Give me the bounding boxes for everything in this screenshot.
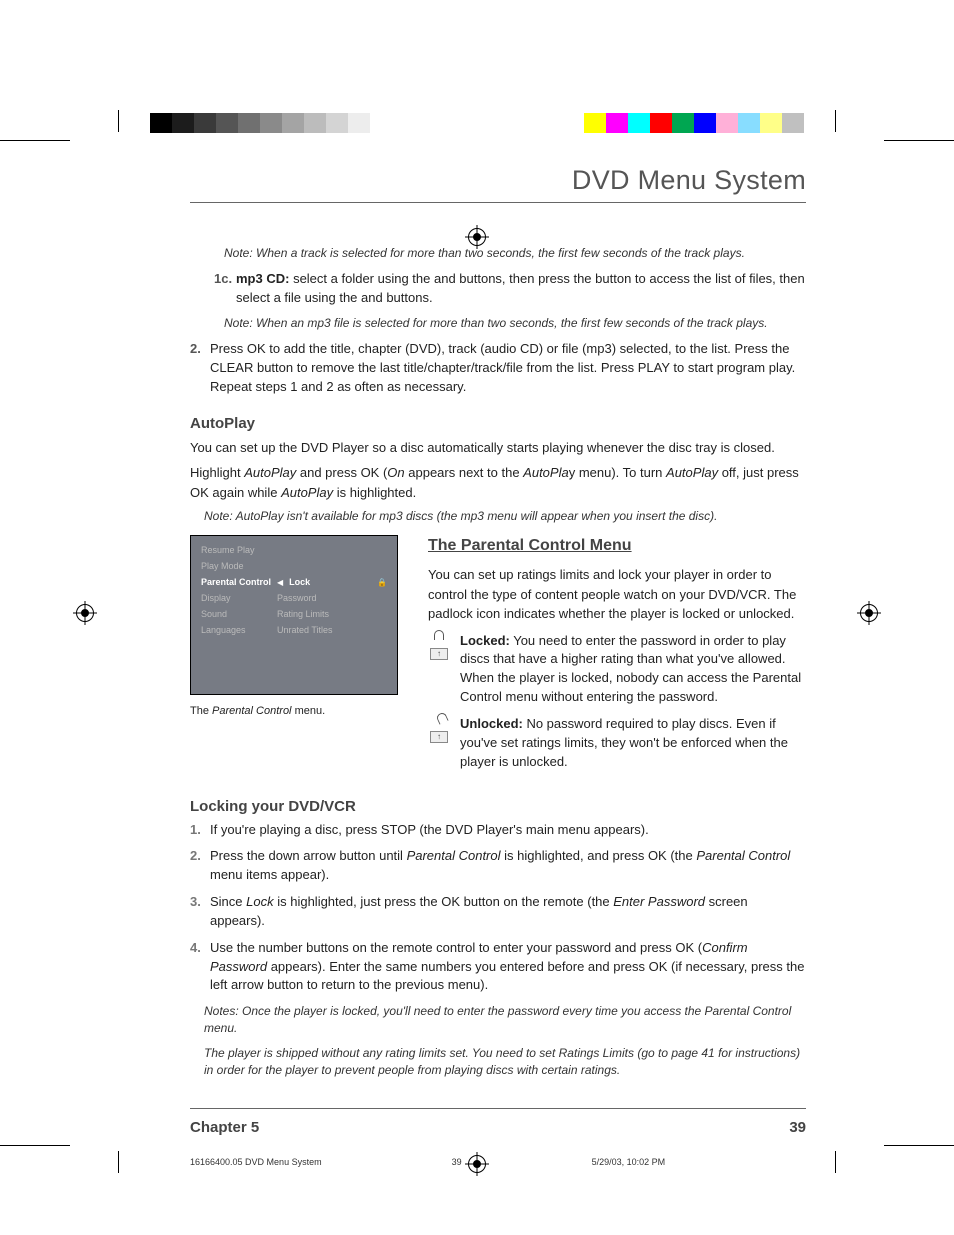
note-text: Note: AutoPlay isn't available for mp3 d… — [204, 508, 806, 525]
body-text: You can set up ratings limits and lock y… — [428, 565, 806, 624]
list-item: 4.Use the number buttons on the remote c… — [190, 939, 806, 996]
registration-mark-icon — [76, 604, 94, 622]
locking-heading: Locking your DVD/VCR — [190, 798, 806, 815]
lock-open-icon: ↑ — [428, 715, 450, 772]
note-text: Note: When a track is selected for more … — [224, 245, 806, 262]
page-title: DVD Menu System — [190, 165, 806, 196]
step-number: 2. — [190, 340, 210, 397]
print-footer: 16166400.05 DVD Menu System 39 5/29/03, … — [190, 1157, 806, 1167]
registration-mark-icon — [860, 604, 878, 622]
chapter-label: Chapter 5 — [190, 1119, 259, 1136]
header-rule — [190, 202, 806, 203]
body-text: Highlight AutoPlay and press OK (On appe… — [190, 463, 806, 502]
locked-description: ↑ Locked: You need to enter the password… — [428, 632, 806, 707]
step-1c: 1c. mp3 CD: select a folder using the an… — [214, 270, 806, 308]
list-item: 3.Since Lock is highlighted, just press … — [190, 893, 806, 931]
note-text: Notes: Once the player is locked, you'll… — [204, 1003, 806, 1037]
lock-closed-icon: ↑ — [428, 632, 450, 707]
step-2: 2. Press OK to add the title, chapter (D… — [190, 340, 806, 397]
footer-rule — [190, 1108, 806, 1109]
page-footer: Chapter 5 39 — [190, 1119, 806, 1136]
body-text: You can set up the DVD Player so a disc … — [190, 438, 806, 458]
list-item: 1.If you're playing a disc, press STOP (… — [190, 821, 806, 840]
menu-screenshot: Resume Play Play Mode Parental Control◀L… — [190, 535, 398, 695]
note-text: Note: When an mp3 file is selected for m… — [224, 315, 806, 332]
parental-heading: The Parental Control Menu — [428, 537, 806, 555]
step-number: 1c. — [214, 270, 236, 308]
figure-caption: The Parental Control menu. — [190, 705, 400, 717]
unlocked-description: ↑ Unlocked: No password required to play… — [428, 715, 806, 772]
page-content: DVD Menu System Note: When a track is se… — [190, 165, 806, 1105]
autoplay-heading: AutoPlay — [190, 415, 806, 432]
list-item: 2.Press the down arrow button until Pare… — [190, 847, 806, 885]
color-calibration-bars — [150, 113, 804, 137]
page-number: 39 — [789, 1119, 806, 1136]
note-text: The player is shipped without any rating… — [204, 1045, 806, 1079]
